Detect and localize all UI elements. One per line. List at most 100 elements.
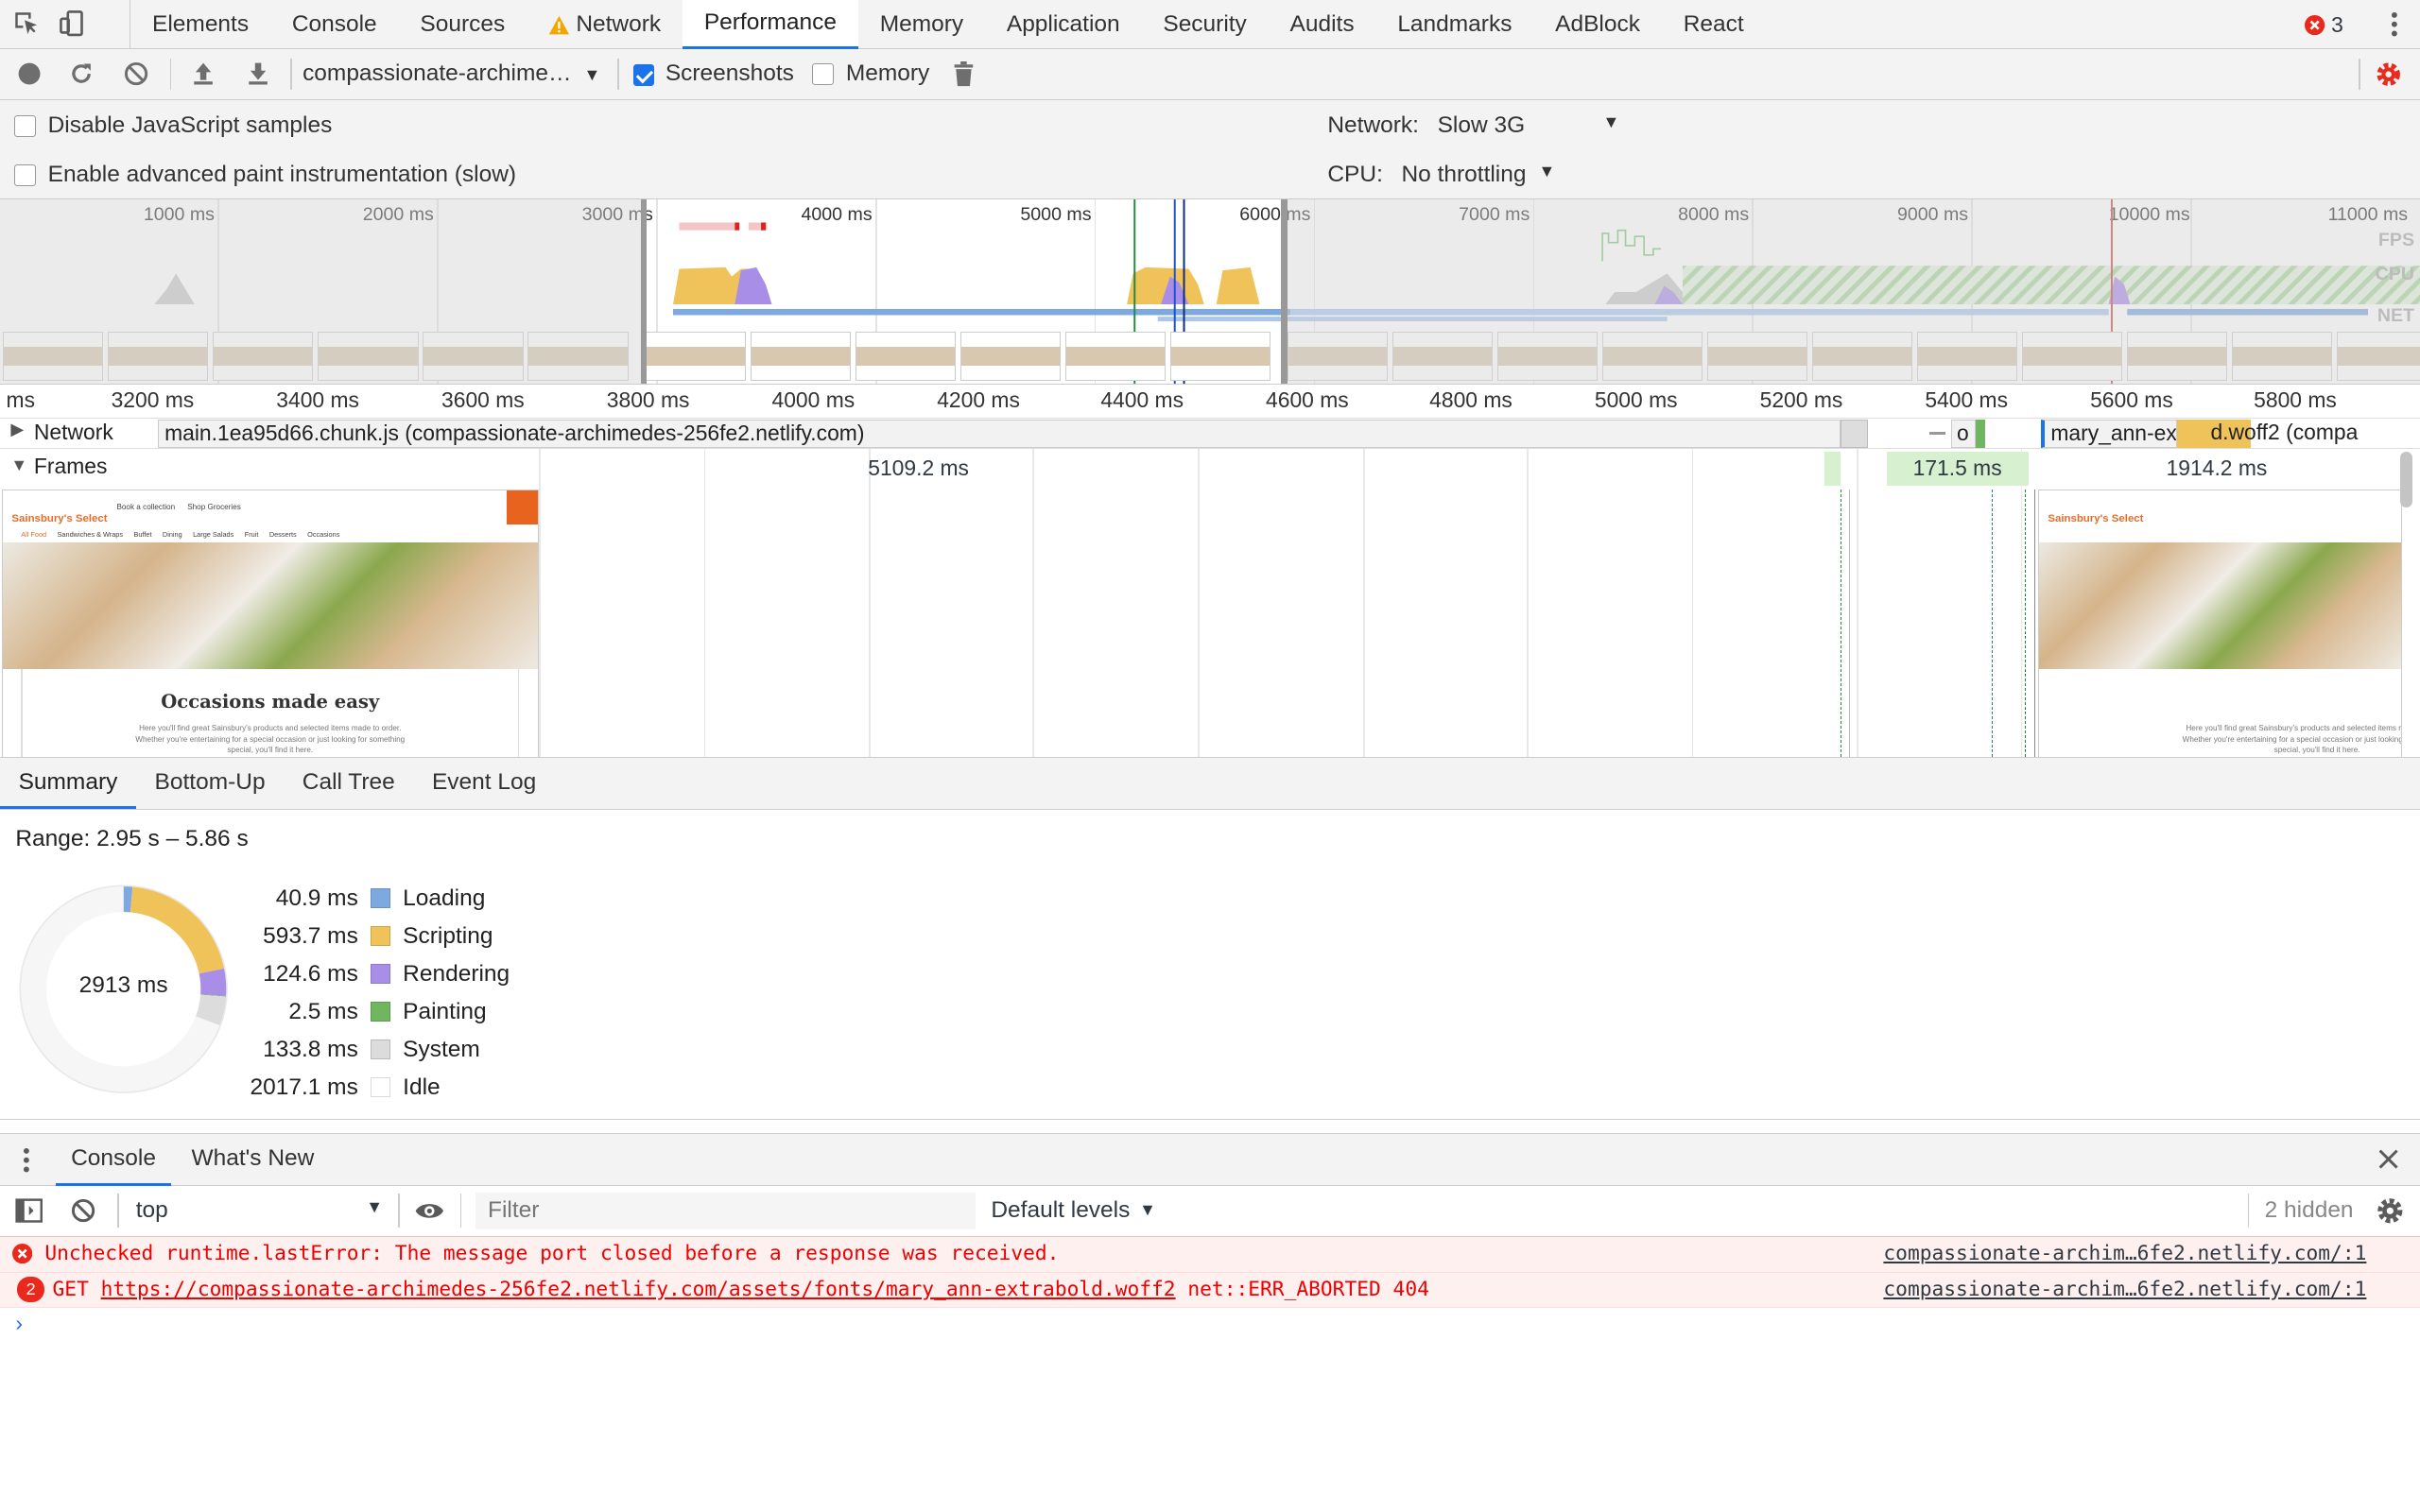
tab-console[interactable]: Console (270, 0, 399, 49)
legend-value: 124.6 ms (263, 960, 358, 987)
cpu-throttle-value: No throttling (1401, 162, 1527, 188)
console-settings-gear-icon[interactable] (2375, 1195, 2406, 1227)
clear-icon[interactable] (124, 61, 148, 86)
tab-application[interactable]: Application (985, 0, 1142, 49)
console-prompt-icon[interactable]: › (15, 1311, 23, 1336)
tab-audits[interactable]: Audits (1269, 0, 1376, 49)
tab-summary[interactable]: Summary (0, 758, 136, 810)
save-profile-icon[interactable] (246, 61, 270, 86)
tab-landmarks[interactable]: Landmarks (1375, 0, 1533, 49)
tab-security[interactable]: Security (1142, 0, 1269, 49)
summary-pane: Range: 2.95 s – 5.86 s 2913 ms 40.9 ms Lo… (0, 810, 2420, 1121)
frame-duration[interactable]: 1914.2 ms (2034, 452, 2398, 486)
legend-item-system: 133.8 ms System (237, 1031, 510, 1069)
frames-track[interactable]: ▼ Frames 5109.2 ms 171.5 ms 1914.2 ms Sa… (0, 449, 2420, 758)
network-throttle-select[interactable]: Slow 3G ▼ (1438, 112, 1620, 139)
cpu-throttle-select[interactable]: No throttling ▼ (1401, 162, 1555, 188)
console-drawer: Console What's New top ▼ Default levels … (0, 1132, 2420, 1512)
live-expression-eye-icon[interactable] (414, 1200, 445, 1222)
drawer-tab-whats-new[interactable]: What's New (176, 1134, 330, 1183)
network-request-bar[interactable] (1840, 420, 1868, 448)
frame-screenshot-preview: Sainsbury's Select Here you'll find grea… (2037, 489, 2402, 757)
collapse-triangle-icon[interactable]: ▼ (10, 455, 27, 475)
console-sidebar-icon[interactable] (15, 1198, 43, 1223)
clear-console-icon[interactable] (71, 1198, 95, 1223)
site-nav-item: Shop Groceries (187, 502, 241, 511)
error-counter[interactable]: 3 (2305, 12, 2343, 38)
network-request-label: d.woff2 (compa (2210, 420, 2359, 445)
reload-record-icon[interactable] (69, 61, 94, 86)
network-track[interactable]: ▶ Network main.1ea95d66.chunk.js (compas… (0, 418, 2420, 450)
legend-label: Idle (403, 1074, 441, 1100)
collect-garbage-icon[interactable] (953, 61, 975, 88)
tab-call-tree[interactable]: Call Tree (284, 758, 413, 810)
network-request-bar[interactable]: mary_ann-ex (2040, 420, 2177, 448)
log-levels-select[interactable]: Default levels ▼ (991, 1197, 1156, 1224)
tab-elements[interactable]: Elements (130, 0, 270, 49)
timeline-overview[interactable]: 1000 ms 2000 ms 3000 ms 4000 ms 5000 ms … (0, 198, 2420, 385)
device-toolbar-icon[interactable] (59, 9, 86, 37)
frame-block[interactable] (1824, 452, 1841, 487)
network-request-bar[interactable] (1976, 420, 1986, 448)
panel-tabs: Elements Console Sources Network Perform… (130, 0, 1766, 50)
disable-js-samples-label: Disable JavaScript samples (47, 112, 333, 139)
drawer-menu-icon[interactable] (22, 1146, 31, 1174)
tab-performance[interactable]: Performance (682, 0, 858, 50)
tab-event-log[interactable]: Event Log (413, 758, 554, 810)
console-message-error: Unchecked runtime.lastError: The message… (0, 1237, 2420, 1273)
legend-item-idle: 2017.1 ms Idle (237, 1069, 510, 1107)
console-message-source-link[interactable]: compassionate-archim…6fe2.netlify.com/:1 (1883, 1273, 2366, 1307)
pie-slice-scripting (130, 885, 225, 974)
legend-value: 2.5 ms (288, 998, 358, 1024)
ruler-tick: 3400 ms (276, 387, 359, 412)
console-filter-input[interactable] (475, 1192, 977, 1229)
record-icon[interactable] (17, 61, 42, 86)
toolbar-divider (2359, 59, 2360, 90)
network-request-bar[interactable]: main.1ea95d66.chunk.js (compassionate-ar… (157, 420, 1841, 448)
frame-duration[interactable]: 5109.2 ms (154, 452, 1683, 486)
legend-value: 133.8 ms (263, 1036, 358, 1062)
category-item: Dining (162, 530, 182, 540)
request-url-link[interactable]: https://compassionate-archimedes-256fe2.… (101, 1278, 1176, 1301)
disable-js-samples-option[interactable]: Disable JavaScript samples (13, 112, 333, 139)
inspect-element-icon[interactable] (12, 9, 40, 37)
legend-swatch (370, 1002, 391, 1022)
close-icon[interactable] (2378, 1149, 2399, 1169)
chevron-down-icon: ▼ (1538, 162, 1556, 181)
tab-react[interactable]: React (1662, 0, 1766, 49)
context-select[interactable]: top ▼ (136, 1197, 383, 1224)
tab-memory[interactable]: Memory (858, 0, 985, 49)
screenshots-checkbox[interactable] (632, 64, 655, 86)
overview-screenshot (1169, 332, 1270, 382)
memory-checkbox[interactable] (811, 62, 834, 85)
tab-bottom-up[interactable]: Bottom-Up (136, 758, 284, 810)
tab-sources[interactable]: Sources (399, 0, 527, 49)
capture-settings-gear-icon[interactable] (2375, 60, 2402, 88)
frame-duration[interactable]: 171.5 ms (1886, 452, 2029, 487)
tab-network[interactable]: Network (527, 0, 683, 49)
network-throttle-label: Network: (1327, 112, 1419, 139)
console-input[interactable] (40, 1307, 2405, 1341)
legend-value: 593.7 ms (263, 922, 358, 949)
disable-js-samples-checkbox[interactable] (13, 114, 36, 137)
hero-paragraph: Here you'll find great Sainsbury's produ… (2182, 724, 2402, 755)
network-request-whisker (1929, 432, 1945, 436)
category-item: Buffet (133, 530, 152, 540)
network-request-bar[interactable]: o (1951, 420, 1977, 448)
expand-triangle-icon[interactable]: ▶ (10, 420, 24, 439)
network-throttle-value: Slow 3G (1437, 112, 1526, 139)
profile-select[interactable]: compassionate-archime… ▼ (302, 60, 600, 87)
ruler-tick: 5200 ms (1759, 387, 1843, 412)
console-message-source-link[interactable]: compassionate-archim…6fe2.netlify.com/:1 (1883, 1237, 2366, 1271)
selection-left-handle[interactable] (640, 198, 648, 384)
tab-adblock[interactable]: AdBlock (1533, 0, 1662, 49)
selection-right-handle[interactable] (1281, 198, 1288, 384)
drawer-tab-console[interactable]: Console (55, 1134, 172, 1186)
more-options-icon[interactable] (2390, 10, 2399, 38)
frames-scrollbar[interactable] (2400, 452, 2413, 508)
advanced-paint-option[interactable]: Enable advanced paint instrumentation (s… (13, 162, 516, 188)
advanced-paint-checkbox[interactable] (13, 164, 36, 186)
load-profile-icon[interactable] (191, 61, 216, 86)
total-duration: 2913 ms (78, 971, 168, 998)
drawer-tabs: Console What's New (0, 1133, 2420, 1187)
